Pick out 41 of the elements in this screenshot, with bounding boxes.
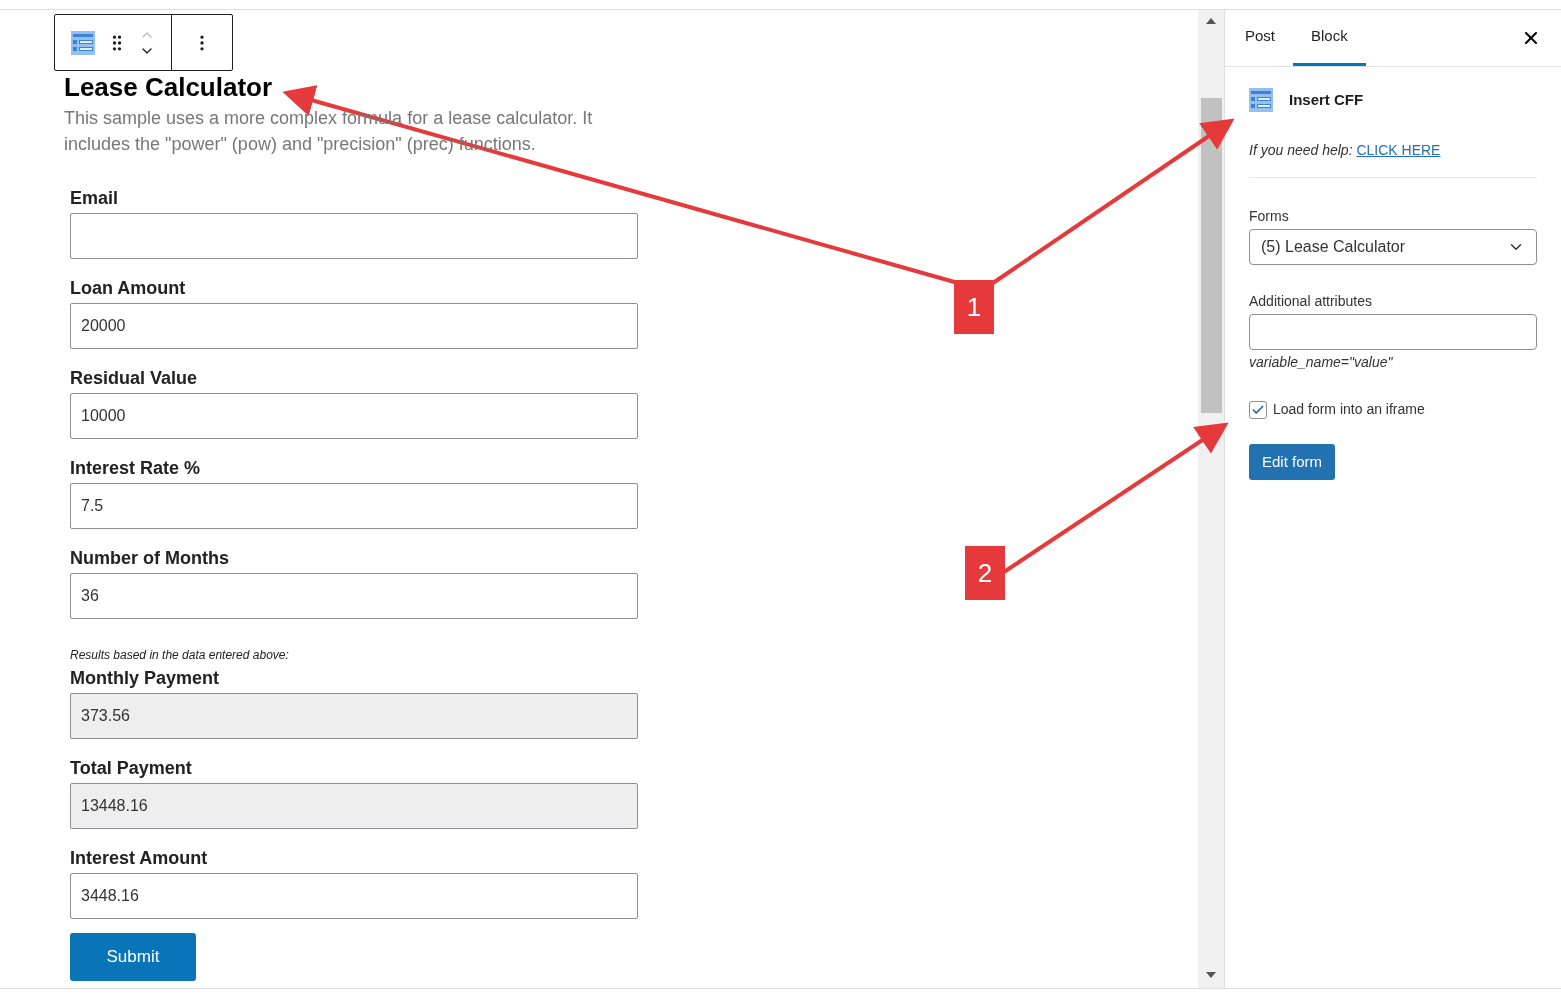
field-label: Interest Rate % xyxy=(70,457,201,480)
annotation-badge: 2 xyxy=(965,546,1005,600)
field-label: Residual Value xyxy=(70,367,198,390)
annotation-badge: 1 xyxy=(954,280,994,334)
form-block-icon xyxy=(71,30,95,55)
input-field[interactable]: 13448.16 xyxy=(70,783,638,829)
scroll-up-icon[interactable] xyxy=(1206,18,1216,24)
sidebar-tab[interactable]: Block xyxy=(1293,10,1366,66)
help-text: If you need help: xyxy=(1249,142,1353,158)
checkbox-label: Load form into an iframe xyxy=(1273,400,1425,419)
input-field[interactable]: 373.56 xyxy=(70,693,638,739)
sidebar-tab[interactable]: Post xyxy=(1227,10,1293,66)
attributes-input[interactable] xyxy=(1249,314,1537,350)
input-field[interactable]: 10000 xyxy=(70,393,638,439)
forms-label: Forms xyxy=(1249,207,1290,226)
iframe-checkbox[interactable] xyxy=(1249,400,1267,419)
input-field[interactable]: 36 xyxy=(70,573,638,619)
input-field[interactable]: 3448.16 xyxy=(70,873,638,919)
field-label: Number of Months xyxy=(70,547,229,570)
field-label: Email xyxy=(70,187,119,210)
block-name: Insert CFF xyxy=(1289,89,1364,110)
field-label: Monthly Payment xyxy=(70,667,220,690)
attributes-label: Additional attributes xyxy=(1249,292,1373,311)
scroll-down-icon[interactable] xyxy=(1206,972,1216,978)
forms-select[interactable]: (5) Lease Calculator xyxy=(1249,229,1537,265)
form-title: Lease Calculator xyxy=(64,72,274,102)
field-label: Total Payment xyxy=(70,757,192,780)
submit-button[interactable]: Submit xyxy=(70,933,196,981)
scrollbar[interactable] xyxy=(1198,10,1224,988)
field-label: Interest Amount xyxy=(70,847,208,870)
attributes-hint: variable_name="value" xyxy=(1249,353,1394,372)
help-link[interactable]: CLICK HERE xyxy=(1356,142,1441,158)
scrollbar-thumb[interactable] xyxy=(1200,98,1222,413)
input-field[interactable] xyxy=(70,213,638,259)
input-field[interactable]: 7.5 xyxy=(70,483,638,529)
field-label: Loan Amount xyxy=(70,277,186,300)
form-block-icon xyxy=(1249,88,1273,112)
input-field[interactable]: 20000 xyxy=(70,303,638,349)
block-type-button[interactable] xyxy=(71,30,95,55)
edit-form-button[interactable]: Edit form xyxy=(1249,444,1335,480)
results-note: Results based in the data entered above: xyxy=(70,647,290,664)
